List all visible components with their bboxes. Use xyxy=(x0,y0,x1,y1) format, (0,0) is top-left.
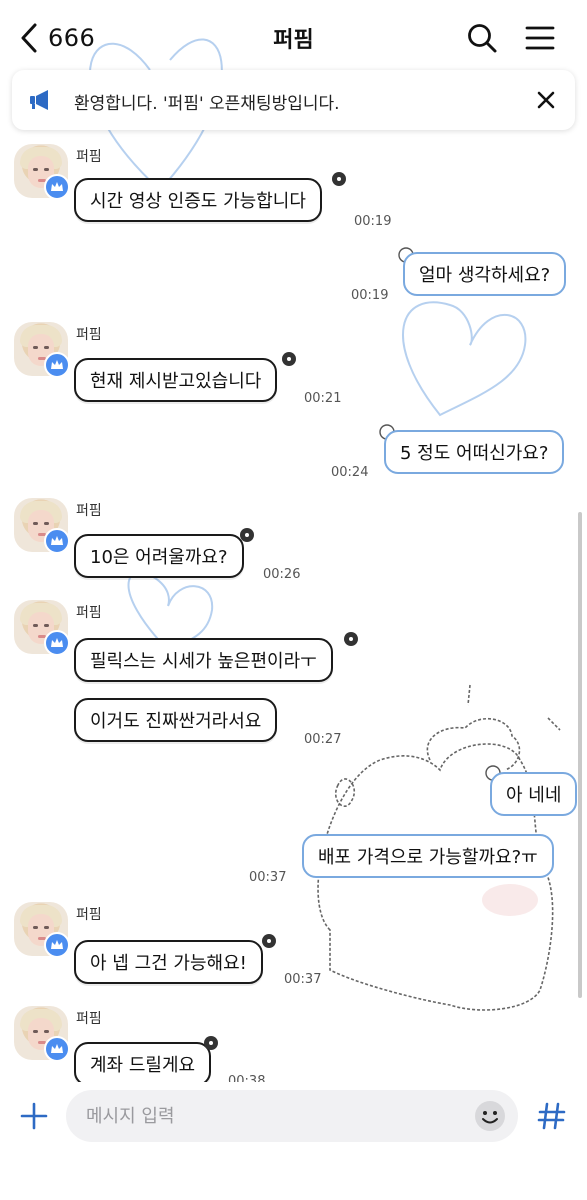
avatar[interactable] xyxy=(14,902,70,958)
avatar[interactable] xyxy=(14,1006,70,1062)
message-time: 00:27 xyxy=(304,732,342,747)
plus-icon[interactable] xyxy=(16,1098,52,1134)
scrollbar[interactable] xyxy=(578,512,582,998)
message-bubble[interactable]: 아 네네 xyxy=(490,772,578,816)
message-time: 00:26 xyxy=(263,567,301,582)
message-bubble[interactable]: 아 넵 그건 가능해요! xyxy=(74,940,263,984)
chat-room-title: 퍼핌 xyxy=(273,28,314,53)
crown-badge-icon xyxy=(44,528,70,554)
crown-badge-icon xyxy=(44,174,70,200)
crown-badge-icon xyxy=(44,630,70,656)
message-bubble[interactable]: 5 정도 어떠신가요? xyxy=(384,430,565,474)
search-icon[interactable] xyxy=(466,22,498,54)
message-time: 00:24 xyxy=(331,465,369,480)
crown-badge-icon xyxy=(44,352,70,378)
message-time: 00:38 xyxy=(228,1074,266,1082)
hash-icon[interactable] xyxy=(532,1098,572,1134)
hamburger-menu-icon[interactable] xyxy=(524,22,556,54)
close-icon[interactable] xyxy=(534,88,558,112)
message-bubble[interactable]: 이거도 진짜싼거라서요 xyxy=(74,698,278,742)
sender-name: 퍼핌 xyxy=(76,907,102,923)
sender-name: 퍼핌 xyxy=(76,1011,102,1027)
avatar[interactable] xyxy=(14,600,70,656)
crown-badge-icon xyxy=(44,932,70,958)
sticker-tag-icon xyxy=(240,528,254,542)
sticker-tag-icon xyxy=(344,632,358,646)
sticker-tag-icon xyxy=(332,172,346,186)
message-time: 00:21 xyxy=(304,391,342,406)
message-time: 00:37 xyxy=(284,972,322,987)
chat-header: 666 퍼핌 xyxy=(0,0,587,76)
emoji-icon[interactable] xyxy=(472,1098,508,1134)
crown-badge-icon xyxy=(44,1036,70,1062)
message-bubble[interactable]: 필릭스는 시세가 높은편이라ㅜ xyxy=(74,638,333,682)
message-input-bar xyxy=(0,1082,587,1200)
message-bubble[interactable]: 현재 제시받고있습니다 xyxy=(74,358,278,402)
message-bubble[interactable]: 시간 영상 인증도 가능합니다 xyxy=(74,178,322,222)
sender-name: 퍼핌 xyxy=(76,605,102,621)
avatar[interactable] xyxy=(14,498,70,554)
message-time: 00:37 xyxy=(249,870,287,885)
message-list[interactable]: 퍼핌 시간 영상 인증도 가능합니다 00:19 얼마 생각하세요? 00:19… xyxy=(0,136,587,1082)
sticker-tag-icon xyxy=(282,352,296,366)
message-time: 00:19 xyxy=(354,214,392,229)
avatar[interactable] xyxy=(14,144,70,200)
message-input[interactable] xyxy=(66,1090,518,1142)
message-time: 00:19 xyxy=(351,288,389,303)
sticker-tag-icon xyxy=(204,1036,218,1050)
avatar[interactable] xyxy=(14,322,70,378)
notice-banner[interactable]: 환영합니다. '퍼핌' 오픈채팅방입니다. xyxy=(12,70,575,130)
message-bubble[interactable]: 배포 가격으로 가능할까요?ㅠ xyxy=(302,834,554,878)
sticker-tag-icon xyxy=(262,934,276,948)
notice-text: 환영합니다. '퍼핌' 오픈채팅방입니다. xyxy=(74,94,340,114)
sender-name: 퍼핌 xyxy=(76,149,102,165)
sender-name: 퍼핌 xyxy=(76,327,102,343)
message-bubble[interactable]: 10은 어려울까요? xyxy=(74,534,244,578)
sender-name: 퍼핌 xyxy=(76,503,102,519)
message-bubble[interactable]: 계좌 드릴게요 xyxy=(74,1042,212,1082)
message-bubble[interactable]: 얼마 생각하세요? xyxy=(403,252,567,296)
megaphone-icon xyxy=(30,90,48,110)
